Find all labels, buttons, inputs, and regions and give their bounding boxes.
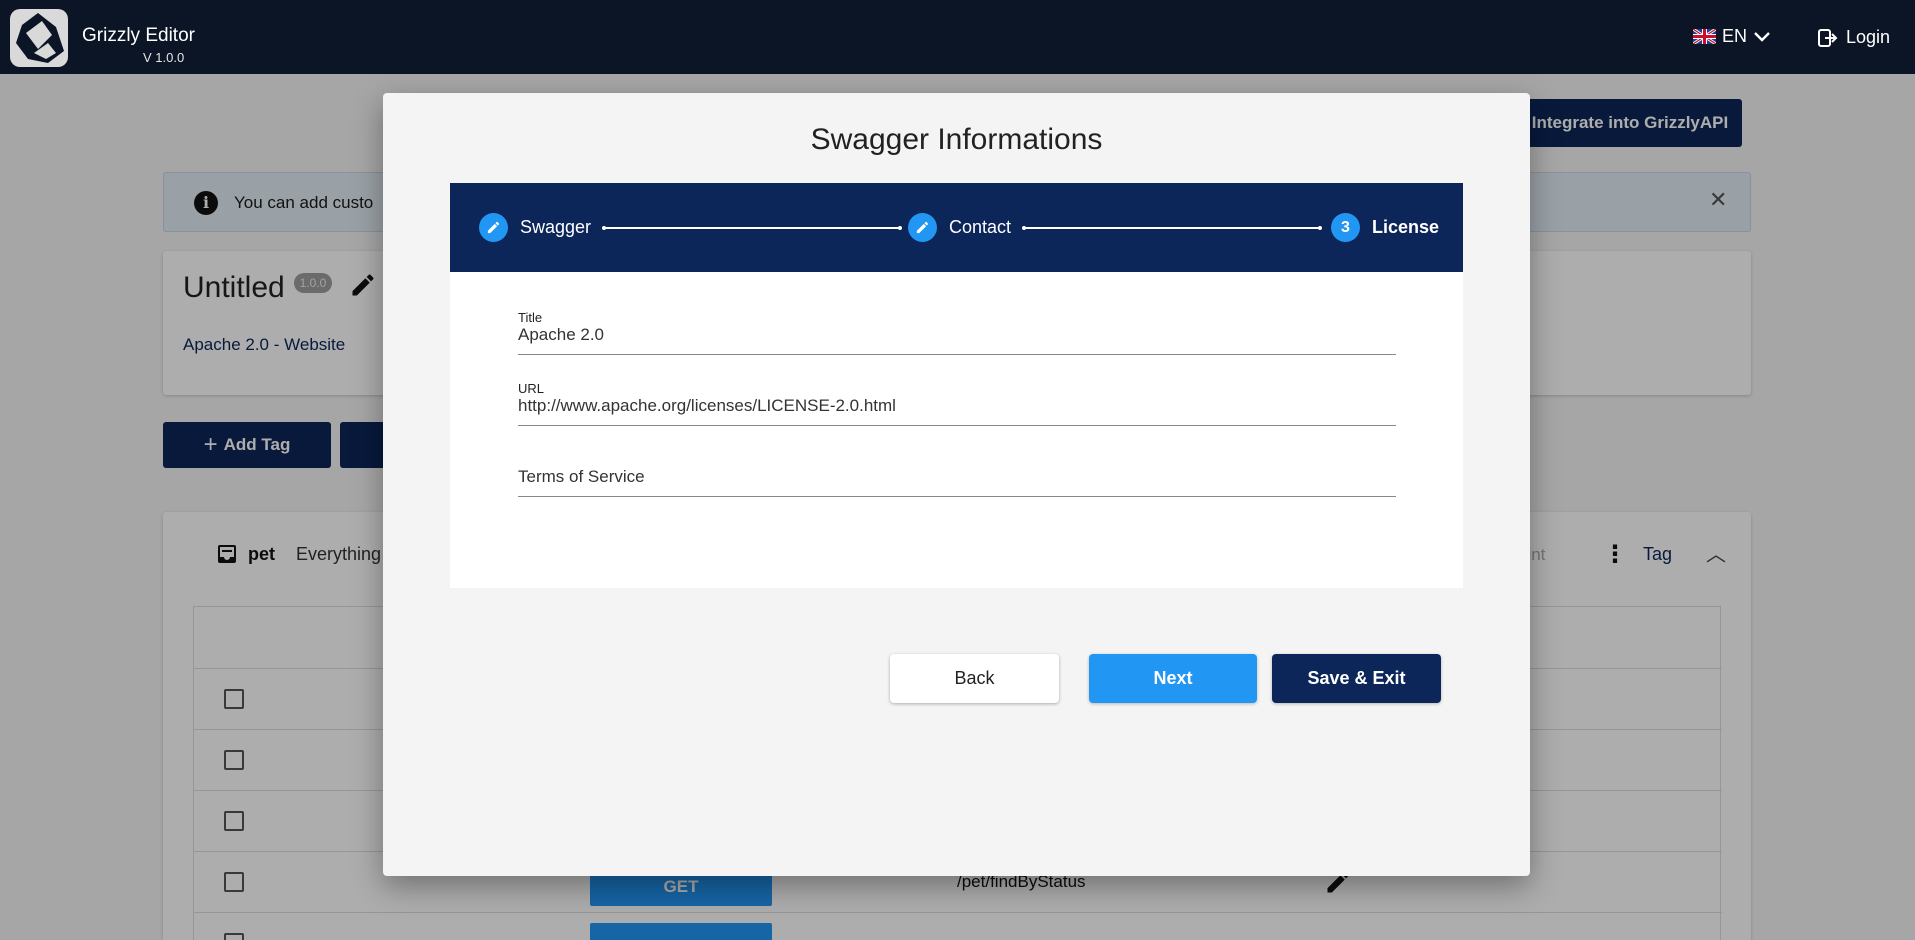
uk-flag-icon	[1693, 29, 1716, 44]
login-icon	[1818, 28, 1838, 47]
terms-field-placeholder: Terms of Service	[518, 467, 645, 486]
step-label: Contact	[949, 217, 1012, 237]
url-field[interactable]: URL http://www.apache.org/licenses/LICEN…	[518, 381, 1396, 426]
step-number: 3	[1331, 213, 1360, 242]
step-connector	[1022, 226, 1322, 230]
grizzly-logo[interactable]	[8, 7, 70, 69]
language-selector[interactable]: EN	[1693, 26, 1771, 47]
app-version: V 1.0.0	[143, 50, 185, 65]
chevron-down-icon	[1754, 31, 1770, 42]
step-license[interactable]: 3 License	[1331, 213, 1439, 242]
title-field[interactable]: Title Apache 2.0	[518, 310, 1396, 355]
edit-icon	[479, 213, 508, 242]
license-form: Title Apache 2.0 URL http://www.apache.o…	[450, 272, 1463, 588]
step-label: Swagger	[520, 217, 592, 237]
title-field-label: Title	[518, 310, 543, 325]
step-label: License	[1372, 217, 1440, 237]
dialog-title: Swagger Informations	[810, 123, 1103, 156]
step-swagger[interactable]: Swagger	[479, 213, 591, 242]
save-exit-button[interactable]: Save & Exit	[1272, 654, 1441, 703]
title-field-value: Apache 2.0	[518, 325, 605, 344]
back-button[interactable]: Back	[890, 654, 1059, 703]
url-field-value: http://www.apache.org/licenses/LICENSE-2…	[518, 396, 896, 415]
app-title: Grizzly Editor	[82, 25, 195, 46]
edit-icon	[908, 213, 937, 242]
terms-of-service-field[interactable]: Terms of Service	[518, 452, 1396, 497]
step-connector	[602, 226, 902, 230]
login-label: Login	[1846, 27, 1891, 47]
next-button[interactable]: Next	[1089, 654, 1257, 703]
url-field-label: URL	[518, 381, 545, 396]
top-bar: Grizzly Editor V 1.0.0 EN Login	[0, 0, 1915, 74]
stepper: Swagger Contact 3 License	[450, 183, 1463, 272]
login-button[interactable]: Login	[1818, 27, 1890, 48]
swagger-info-dialog: Swagger Informations Swagger Contact 3 L…	[383, 93, 1530, 876]
language-label: EN	[1722, 26, 1748, 46]
step-contact[interactable]: Contact	[908, 213, 1011, 242]
